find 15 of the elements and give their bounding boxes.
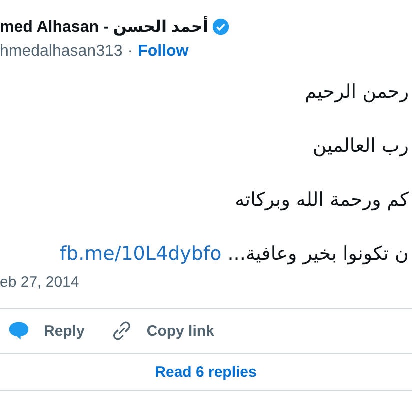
tweet-date[interactable]: eb 27, 2014 xyxy=(0,274,412,296)
separator-dot: · xyxy=(128,43,134,61)
read-replies-link[interactable]: Read 6 replies xyxy=(155,364,257,380)
copy-link-button[interactable]: Copy link xyxy=(110,320,214,342)
link-icon xyxy=(110,320,133,342)
speech-bubble-icon xyxy=(8,320,30,342)
follow-link[interactable]: Follow xyxy=(138,43,189,61)
reply-button[interactable]: Reply xyxy=(8,320,85,342)
tweet-link[interactable]: fb.me/10L4dybfo xyxy=(60,243,222,265)
author-name: med Alhasan - أحمد الحسن xyxy=(0,17,208,37)
tweet-text: رب العالمين xyxy=(312,135,409,157)
tweet-text: كم ورحمة الله وبركاته xyxy=(235,189,409,211)
tweet-text: ن تكونوا بخير وعافية... xyxy=(228,243,409,265)
author-handle: hmedalhasan313 xyxy=(0,43,123,61)
tweet-text: رحمن الرحيم xyxy=(304,81,409,103)
